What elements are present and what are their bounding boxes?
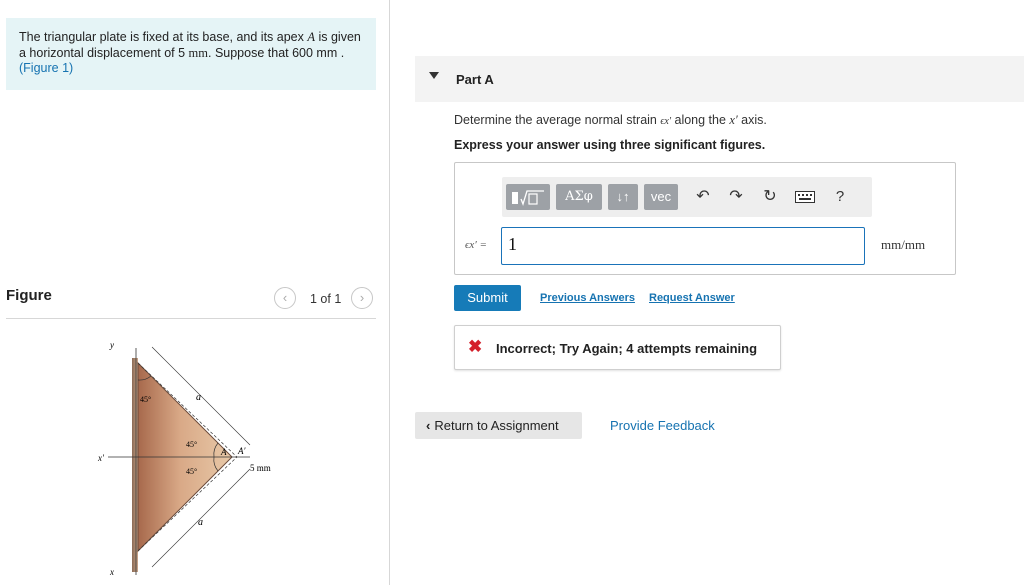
y-label: y: [109, 340, 114, 350]
value-600: 600 mm: [292, 45, 338, 60]
x-label: x: [109, 567, 114, 577]
chevron-left-icon: ‹: [426, 418, 431, 433]
question-text: Determine the average normal strain ϵx′ …: [454, 113, 767, 128]
undo-icon[interactable]: ↶: [692, 186, 714, 208]
left-panel: The triangular plate is fixed at its bas…: [0, 0, 390, 585]
part-header[interactable]: Part A: [415, 56, 1024, 102]
figure-header: Figure ‹ 1 of 1 ›: [6, 282, 376, 319]
return-button[interactable]: ‹ Return to Assignment: [415, 412, 582, 439]
figure-pager: 1 of 1: [310, 292, 342, 306]
chevron-right-icon[interactable]: ›: [351, 287, 373, 309]
triangular-plate-figure: y x′ x a a 45° 45° 45° A A′ 5 mm: [97, 340, 271, 577]
chevron-left-icon[interactable]: ‹: [274, 287, 296, 309]
keyboard-icon[interactable]: [794, 186, 816, 208]
greek-button[interactable]: ΑΣφ: [556, 184, 602, 210]
x-icon: ✖: [468, 337, 483, 356]
fixed-base: [132, 358, 138, 572]
reset-icon[interactable]: ↻: [759, 186, 781, 208]
problem-text-3: . Suppose that: [208, 45, 293, 60]
axis-symbol: x′: [729, 113, 738, 127]
x-prime-label: x′: [97, 453, 105, 463]
feedback-message: Incorrect; Try Again; 4 attempts remaini…: [496, 341, 758, 356]
submit-button[interactable]: Submit: [454, 285, 521, 311]
problem-text-4: .: [337, 45, 345, 60]
a-label-top: a: [196, 392, 201, 403]
answer-label: ϵx′ =: [465, 239, 487, 251]
angle-45-mid-lower: 45°: [186, 467, 197, 476]
redo-icon[interactable]: ↷: [725, 186, 747, 208]
a-label-bottom: a: [198, 517, 203, 528]
previous-answers-link[interactable]: Previous Answers: [540, 292, 635, 304]
up-down-arrows-icon[interactable]: ↓↑: [608, 184, 638, 210]
right-panel: Part A Determine the average normal stra…: [390, 0, 1024, 585]
return-label: Return to Assignment: [434, 418, 559, 433]
caret-down-icon[interactable]: [429, 72, 439, 79]
displacement-label: 5 mm: [250, 463, 271, 473]
answer-unit: mm/mm: [881, 237, 926, 252]
angle-45-top: 45°: [140, 395, 151, 404]
templates-icon[interactable]: [506, 184, 550, 210]
request-answer-link[interactable]: Request Answer: [649, 292, 735, 304]
provide-feedback-link[interactable]: Provide Feedback: [610, 418, 715, 433]
problem-text-1: The triangular plate is fixed at its bas…: [19, 30, 308, 44]
question-part-1: Determine the average normal strain: [454, 113, 661, 127]
apex-label: A: [220, 447, 227, 457]
problem-statement: The triangular plate is fixed at its bas…: [6, 18, 376, 90]
unit-mm: mm: [188, 45, 208, 60]
math-toolbar: ΑΣφ ↓↑ vec ↶ ↷ ↻ ?: [502, 177, 872, 217]
help-button[interactable]: ?: [829, 186, 851, 208]
angle-45-mid-upper: 45°: [186, 440, 197, 449]
question-part-3: axis.: [737, 113, 767, 127]
feedback-box: ✖ Incorrect; Try Again; 4 attempts remai…: [454, 325, 781, 370]
strain-symbol: ϵx′: [660, 116, 672, 127]
question-part-2: along the: [671, 113, 730, 127]
vec-button[interactable]: vec: [644, 184, 678, 210]
answer-box: ΑΣφ ↓↑ vec ↶ ↷ ↻ ? ϵx′ = 1 mm/mm: [454, 162, 956, 275]
apex-symbol: A: [307, 30, 315, 44]
part-title: Part A: [456, 72, 494, 87]
instruction: Express your answer using three signific…: [454, 138, 766, 152]
figure-title: Figure: [6, 287, 52, 304]
answer-input[interactable]: 1: [501, 227, 865, 265]
apex-prime-label: A′: [237, 446, 246, 456]
figure-link[interactable]: (Figure 1): [19, 61, 73, 75]
